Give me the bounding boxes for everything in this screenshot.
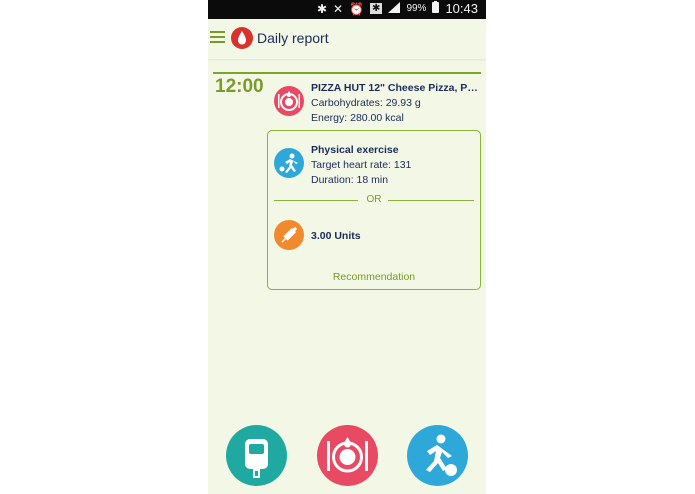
bluetooth-icon: ✱ [316,1,328,16]
add-exercise-button[interactable] [407,425,468,486]
bluetooth-box-icon: ✱ [370,3,383,14]
recommendation-card: Physical exercise Target heart rate: 131… [267,130,481,290]
status-bar: ✱ ✕ ⏰ ✱ 99% 10:43 [208,0,486,19]
hamburger-menu-icon[interactable] [210,31,225,43]
blood-drop-icon [231,27,253,49]
recommendation-link[interactable]: Recommendation [268,271,480,283]
page-title: Daily report [257,30,329,46]
entry-time: 12:00 [215,76,264,97]
plate-cutlery-icon [327,437,368,473]
mute-icon: ✕ [333,1,344,16]
alarm-icon: ⏰ [349,1,365,16]
timeline-divider [213,72,481,74]
battery-percent: 99% [406,3,427,14]
clock-time: 10:43 [445,1,478,16]
exercise-title: Physical exercise [311,144,399,156]
add-meal-button[interactable] [317,425,378,486]
exercise-duration: Duration: 18 min [311,174,389,186]
meal-energy: Energy: 280.00 kcal [311,112,404,124]
insulin-units: 3.00 Units [311,230,361,242]
meal-carbohydrates: Carbohydrates: 29.93 g [311,97,421,109]
glucose-meter-button[interactable] [226,425,287,486]
app-bar: Daily report [208,19,486,59]
exercise-heart-rate: Target heart rate: 131 [311,159,412,171]
meal-title[interactable]: PIZZA HUT 12" Cheese Pizza, Pan Crust [311,82,481,94]
or-divider: OR [274,194,474,206]
phone-screen: ✱ ✕ ⏰ ✱ 99% 10:43 Daily report 12:00 PIZ… [208,0,486,494]
signal-icon [388,1,401,16]
glucose-meter-icon [245,439,268,478]
battery-icon [432,1,440,16]
syringe-icon [274,220,304,250]
runner-ball-icon [426,434,457,476]
plate-cutlery-icon [274,86,304,116]
runner-icon [274,148,304,178]
